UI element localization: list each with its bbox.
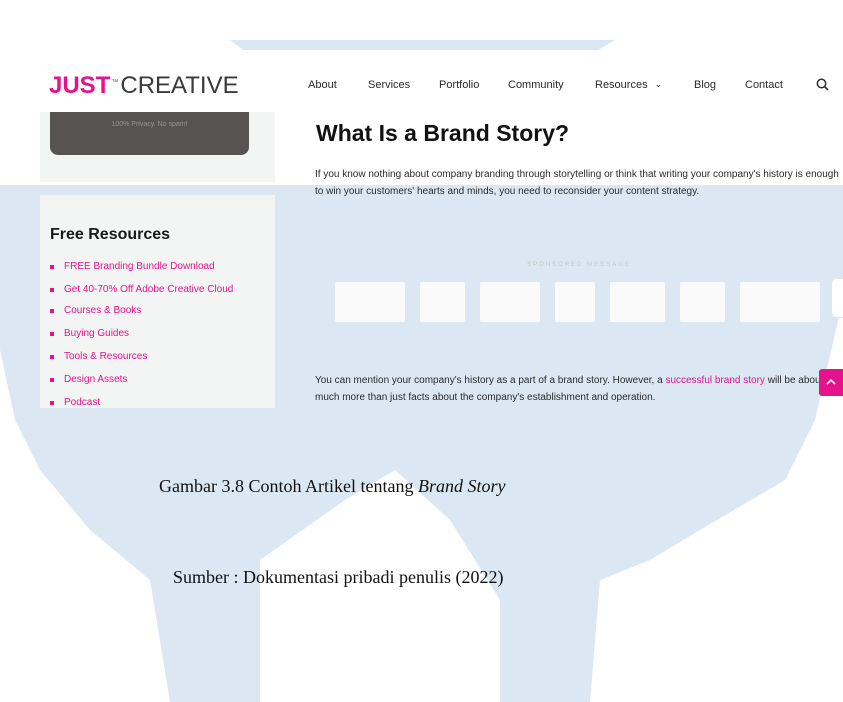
nav-blog[interactable]: Blog — [694, 79, 716, 91]
ad-placeholder — [325, 272, 833, 332]
resource-link[interactable]: Tools & Resources — [50, 351, 265, 363]
nav-resources[interactable]: Resources ⌄ — [595, 79, 662, 91]
nav-portfolio[interactable]: Portfolio — [439, 79, 479, 91]
search-icon[interactable] — [815, 77, 831, 93]
resource-link[interactable]: Buying Guides — [50, 328, 265, 340]
bullet-icon — [50, 401, 54, 405]
nav-contact[interactable]: Contact — [745, 79, 783, 91]
resource-link[interactable]: Courses & Books — [50, 305, 265, 317]
side-widget[interactable] — [831, 278, 843, 318]
site-header: JUST™CREATIVE About Services Portfolio C… — [0, 50, 843, 112]
resource-link[interactable]: FREE Branding Bundle Download — [50, 261, 265, 273]
nav-about[interactable]: About — [308, 79, 337, 91]
scroll-to-top-button[interactable] — [819, 369, 843, 396]
resource-link[interactable]: Design Assets — [50, 374, 265, 386]
nav-community[interactable]: Community — [508, 79, 564, 91]
nav-services[interactable]: Services — [368, 79, 410, 91]
bullet-icon — [50, 355, 54, 359]
article-paragraph: If you know nothing about company brandi… — [315, 169, 839, 197]
bullet-icon — [50, 309, 54, 313]
bullet-icon — [50, 288, 54, 292]
resources-heading: Free Resources — [50, 226, 171, 243]
site-logo[interactable]: JUST™CREATIVE — [49, 72, 239, 100]
brand-story-link[interactable]: successful brand story — [665, 375, 765, 386]
sidebar-resources: Free Resources FREE Branding Bundle Down… — [40, 195, 275, 408]
figure-caption: Gambar 3.8 Contoh Artikel tentang Brand … — [159, 476, 506, 496]
article-title: What Is a Brand Story? — [316, 120, 570, 146]
bullet-icon — [50, 378, 54, 382]
privacy-note: 100% Privacy. No spam! — [111, 121, 188, 128]
sidebar-newsletter: 100% Privacy. No spam! — [40, 112, 275, 182]
figure-source: Sumber : Dokumentasi pribadi penulis (20… — [173, 567, 504, 587]
resources-list: FREE Branding Bundle Download Get 40-70%… — [50, 261, 265, 420]
bullet-icon — [50, 265, 54, 269]
article-paragraph: You can mention your company's history a… — [315, 375, 824, 403]
caption-italic: Brand Story — [417, 476, 506, 496]
resource-link[interactable]: Podcast — [50, 397, 265, 409]
chevron-up-icon — [826, 378, 836, 385]
newsletter-box: 100% Privacy. No spam! — [50, 112, 249, 155]
website-screenshot: JUST™CREATIVE About Services Portfolio C… — [0, 50, 843, 408]
bullet-icon — [50, 332, 54, 336]
nav-resources-label: Resources — [595, 79, 648, 91]
chevron-down-icon: ⌄ — [654, 79, 663, 89]
sponsored-label: SPONSORED MESSAGE — [527, 262, 631, 268]
resource-link[interactable]: Get 40-70% Off Adobe Creative Cloud — [50, 284, 234, 296]
article-body: What Is a Brand Story? If you know nothi… — [315, 112, 843, 408]
